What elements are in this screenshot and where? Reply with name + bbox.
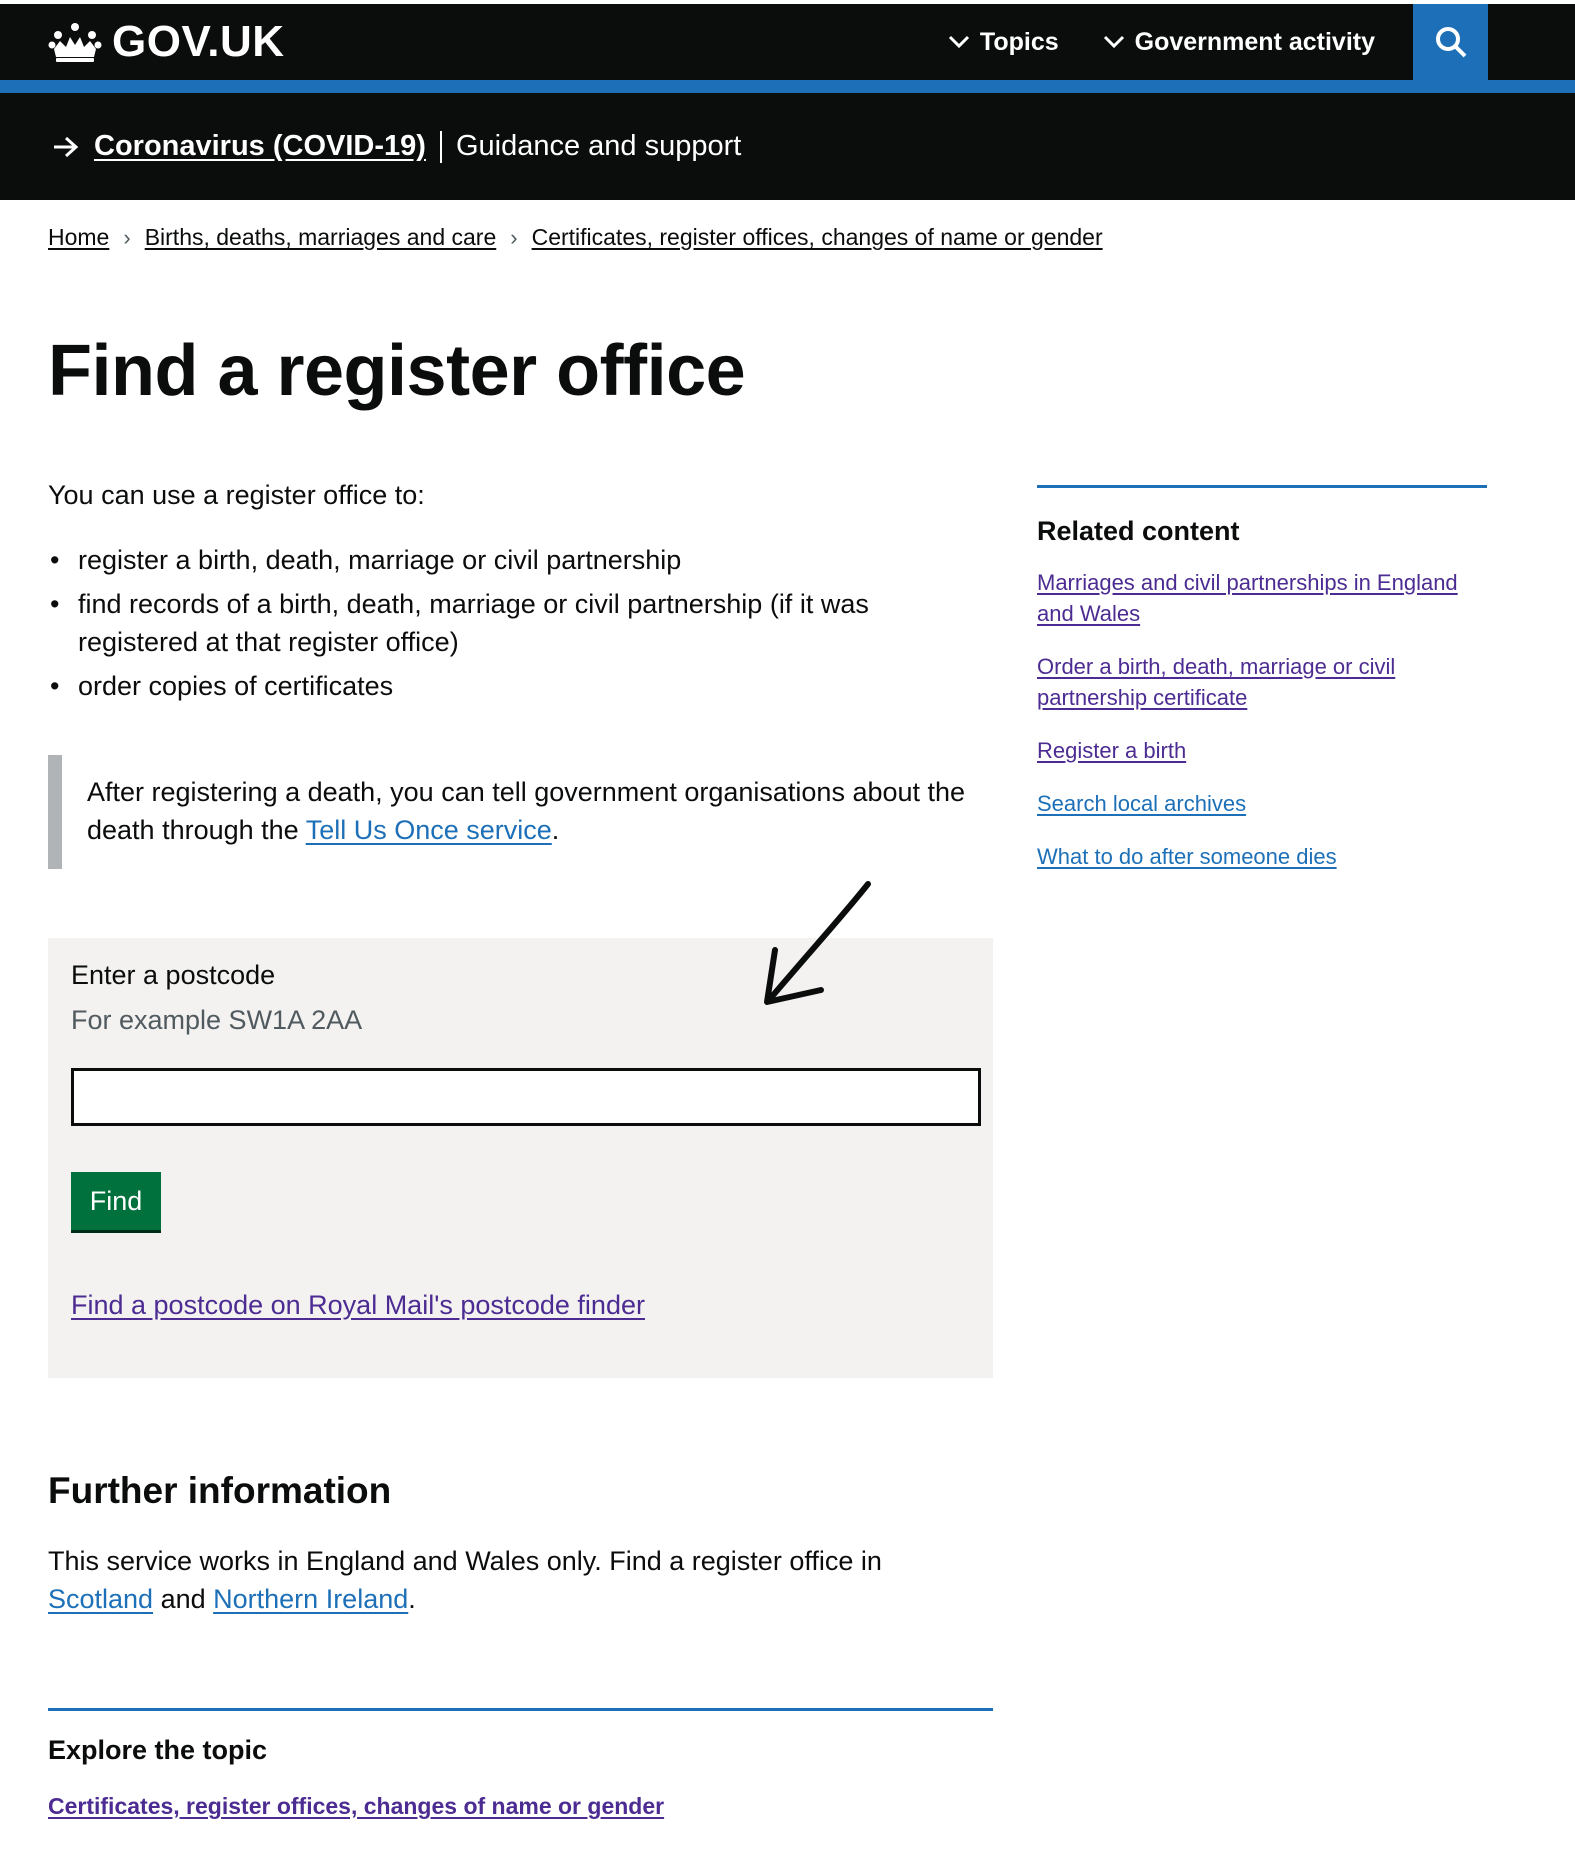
list-item: Order a birth, death, marriage or civil … [1037, 651, 1487, 713]
inset-text-after: . [551, 815, 560, 845]
nav-government-activity-label: Government activity [1134, 27, 1375, 56]
further-text-mid: and [153, 1584, 214, 1614]
scotland-link[interactable]: Scotland [48, 1584, 153, 1614]
northern-ireland-link[interactable]: Northern Ireland [213, 1584, 408, 1614]
chevron-right-icon: › [510, 224, 518, 250]
list-item: Marriages and civil partnerships in Engl… [1037, 567, 1487, 629]
chevron-down-icon [948, 35, 969, 49]
list-item: What to do after someone dies [1037, 841, 1487, 872]
nav-topics-label: Topics [979, 27, 1059, 56]
postcode-hint: For example SW1A 2AA [71, 1005, 363, 1035]
nav-topics[interactable]: Topics [948, 28, 1059, 57]
sidebar-divider [1037, 485, 1487, 488]
chevron-right-icon: › [123, 224, 131, 250]
uses-list: register a birth, death, marriage or civ… [48, 541, 993, 705]
search-button[interactable] [1413, 4, 1488, 80]
related-link-after-someone-dies[interactable]: What to do after someone dies [1037, 844, 1337, 869]
breadcrumb-births-deaths[interactable]: Births, deaths, marriages and care [145, 224, 497, 251]
annotation-arrow-icon [764, 881, 871, 1005]
further-text-after: . [408, 1584, 416, 1614]
search-icon [1435, 27, 1466, 58]
covid-divider [439, 130, 442, 163]
header-blue-bar [0, 80, 1575, 93]
related-link-search-archives[interactable]: Search local archives [1037, 791, 1246, 816]
list-item: Register a birth [1037, 735, 1487, 766]
further-information-heading: Further information [48, 1470, 392, 1511]
list-item: Search local archives [1037, 788, 1487, 819]
govuk-logo[interactable]: GOV.UK [48, 17, 285, 66]
breadcrumb: Home › Births, deaths, marriages and car… [48, 224, 1103, 251]
related-link-order-certificate[interactable]: Order a birth, death, marriage or civil … [1037, 654, 1395, 710]
postcode-finder-link[interactable]: Find a postcode on Royal Mail's postcode… [71, 1290, 645, 1321]
inset-text: After registering a death, you can tell … [48, 755, 993, 869]
header-nav: Topics Government activity [948, 4, 1375, 80]
logo-text: GOV.UK [112, 17, 285, 66]
main-content: You can use a register office to: regist… [48, 480, 993, 869]
explore-divider [48, 1708, 993, 1711]
postcode-label: Enter a postcode [71, 960, 276, 990]
list-item: register a birth, death, marriage or civ… [48, 541, 993, 579]
nav-government-activity[interactable]: Government activity [1103, 28, 1375, 57]
arrow-right-icon [54, 136, 79, 157]
explore-topic-heading: Explore the topic [48, 1735, 268, 1765]
covid-banner: Coronavirus (COVID-19) Guidance and supp… [0, 93, 1575, 200]
related-content-heading: Related content [1037, 516, 1240, 546]
breadcrumb-certificates[interactable]: Certificates, register offices, changes … [532, 224, 1103, 251]
further-text-before: This service works in England and Wales … [48, 1546, 882, 1576]
covid-link[interactable]: Coronavirus (COVID-19) [94, 130, 426, 163]
breadcrumb-home[interactable]: Home [48, 224, 109, 251]
chevron-down-icon [1103, 35, 1124, 49]
intro-text: You can use a register office to: [48, 480, 425, 510]
tell-us-once-link[interactable]: Tell Us Once service [306, 815, 552, 845]
find-button[interactable]: Find [71, 1172, 161, 1230]
postcode-input[interactable] [71, 1068, 981, 1126]
crown-icon [48, 23, 102, 62]
related-links-list: Marriages and civil partnerships in Engl… [1037, 567, 1487, 872]
page-title: Find a register office [48, 331, 746, 411]
related-content: Related content Marriages and civil part… [1037, 485, 1487, 894]
list-item: order copies of certificates [48, 667, 993, 705]
related-link-marriages[interactable]: Marriages and civil partnerships in Engl… [1037, 570, 1458, 626]
related-link-register-birth[interactable]: Register a birth [1037, 738, 1186, 763]
further-information-text: This service works in England and Wales … [48, 1542, 948, 1618]
site-header: GOV.UK Topics Government activity [0, 4, 1575, 80]
list-item: find records of a birth, death, marriage… [48, 585, 993, 661]
explore-topic-link[interactable]: Certificates, register offices, changes … [48, 1793, 664, 1820]
covid-text: Guidance and support [455, 130, 742, 162]
